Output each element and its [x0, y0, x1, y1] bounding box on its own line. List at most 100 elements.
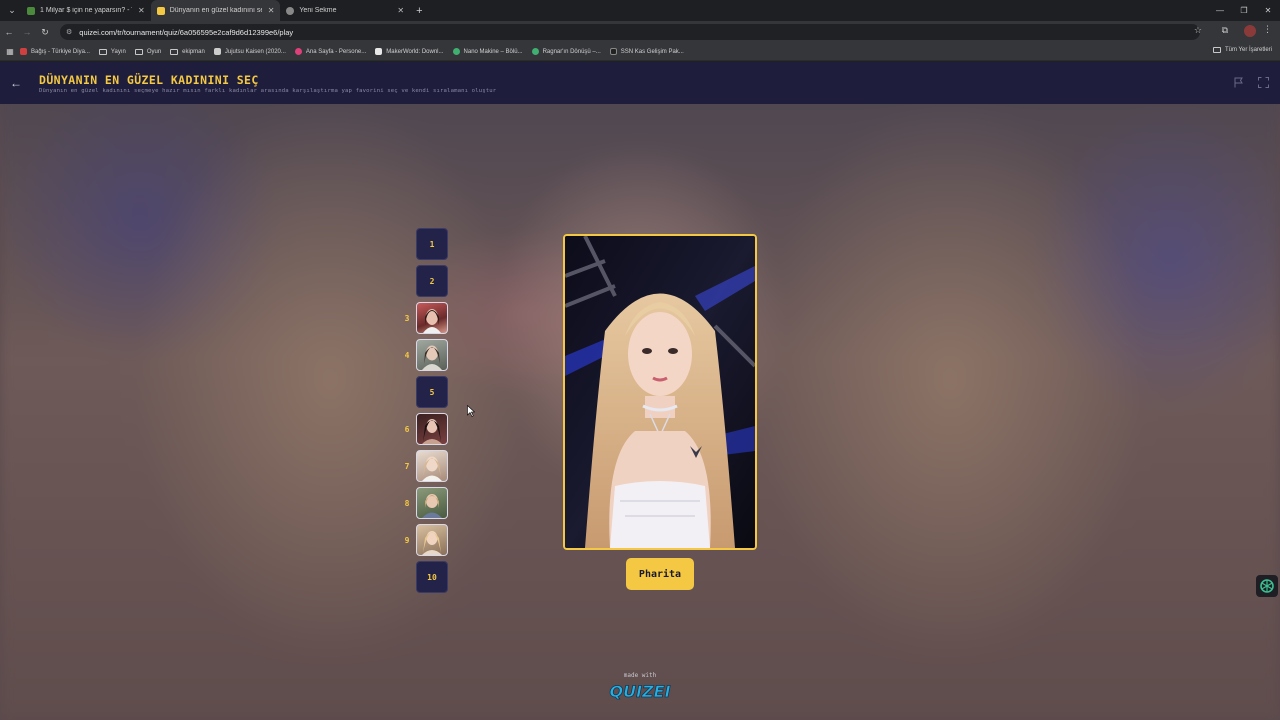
extensions-icon[interactable]: ⧉: [1222, 25, 1228, 36]
candidate-photo-card[interactable]: [563, 234, 757, 550]
bookmark-favicon-icon: [20, 48, 27, 55]
bracket-slot-5[interactable]: 5: [416, 376, 448, 408]
window-controls: — ❐ ✕: [1208, 0, 1280, 21]
bookmark-label: Bağış - Türkiye Diya...: [31, 48, 90, 55]
bookmark-item[interactable]: SSN Kas Gelişim Pak...: [609, 48, 684, 55]
portrait-thumbnail: [423, 309, 441, 333]
browser-tab-strip: ⌄ 1 Milyar $ için ne yaparsın? - Tr ✕ Dü…: [0, 0, 1280, 21]
close-icon[interactable]: ✕: [397, 6, 404, 15]
bookmark-label: ekipman: [182, 48, 205, 55]
bookmark-favicon-icon: [531, 48, 539, 55]
bookmark-favicon-icon: [294, 48, 302, 55]
minimize-icon[interactable]: —: [1208, 6, 1232, 15]
bracket-slot-10[interactable]: 10: [416, 561, 448, 593]
slot-number: 3: [404, 314, 410, 323]
site-info-icon[interactable]: ⚙: [66, 28, 72, 36]
folder-icon: [1212, 47, 1221, 53]
quiz-header: ← DÜNYANIN EN GÜZEL KADININI SEÇ Dünyanı…: [0, 62, 1280, 104]
window-close-icon[interactable]: ✕: [1256, 6, 1280, 15]
bookmark-star-icon[interactable]: ☆: [1194, 25, 1202, 36]
bookmarks-bar: ▦ Bağış - Türkiye Diya... Yayın Oyun eki…: [0, 43, 1280, 61]
slot-number: 4: [404, 351, 410, 360]
all-bookmarks-folder[interactable]: Tüm Yer İşaretleri: [1212, 47, 1272, 53]
browser-toolbar: ← → ↻ ⚙ quizei.com/tr/tournament/quiz/6a…: [0, 21, 1280, 43]
fullscreen-icon[interactable]: [1258, 77, 1269, 88]
reload-icon[interactable]: ↻: [36, 27, 54, 38]
report-flag-icon[interactable]: [1234, 77, 1244, 88]
bookmark-item[interactable]: Jujutsu Kaisen (2020...: [213, 48, 286, 55]
bookmark-item[interactable]: Bağış - Türkiye Diya...: [20, 48, 90, 55]
bracket-slot-6-thumbnail[interactable]: [416, 413, 448, 445]
bookmark-label: Ana Sayfa - Persone...: [305, 48, 367, 55]
bookmark-label: Ragnar'ın Dönüşü –...: [542, 48, 601, 55]
folder-icon: [170, 48, 179, 55]
bookmark-label: Jujutsu Kaisen (2020...: [224, 48, 286, 55]
forward-icon[interactable]: →: [18, 27, 36, 37]
bookmark-label: SSN Kas Gelişim Pak...: [620, 48, 684, 55]
candidate-portrait-image: [565, 236, 755, 548]
menu-kebab-icon[interactable]: ⋮: [1263, 24, 1272, 35]
tab-search-icon[interactable]: ⌄: [3, 3, 21, 19]
quiz-app: ← DÜNYANIN EN GÜZEL KADININI SEÇ Dünyanı…: [0, 62, 1280, 720]
slot-number: 6: [404, 425, 410, 434]
tab-title: 1 Milyar $ için ne yaparsın? - Tr: [40, 7, 132, 14]
portrait-thumbnail: [422, 345, 442, 370]
bookmark-item[interactable]: Ragnar'ın Dönüşü –...: [531, 48, 601, 55]
back-arrow-icon[interactable]: ←: [10, 76, 22, 90]
bookmark-folder[interactable]: Yayın: [98, 48, 126, 55]
back-icon[interactable]: ←: [0, 27, 18, 37]
folder-icon: [134, 48, 143, 55]
close-icon[interactable]: ✕: [268, 6, 275, 15]
slot-number: 1: [429, 239, 435, 249]
browser-tab-0[interactable]: 1 Milyar $ için ne yaparsın? - Tr ✕: [21, 0, 151, 21]
assistant-extension-icon[interactable]: [1256, 575, 1278, 597]
portrait-thumbnail: [422, 419, 442, 444]
bookmark-item[interactable]: Nano Makine – Bölü...: [452, 48, 523, 55]
bookmark-label: Tüm Yer İşaretleri: [1224, 47, 1272, 53]
made-with-text: made with: [623, 672, 657, 679]
bracket-slot-8-thumbnail[interactable]: [416, 487, 448, 519]
close-icon[interactable]: ✕: [138, 6, 145, 15]
bracket-slot-4-thumbnail[interactable]: [416, 339, 448, 371]
bookmark-item[interactable]: Ana Sayfa - Persone...: [294, 48, 367, 55]
address-bar[interactable]: ⚙ quizei.com/tr/tournament/quiz/6a056595…: [60, 24, 1200, 40]
mouse-cursor-icon: [467, 405, 475, 417]
globe-icon: [286, 6, 295, 15]
url-text: quizei.com/tr/tournament/quiz/6a056595e2…: [79, 27, 294, 37]
new-tab-plus-icon[interactable]: +: [416, 5, 422, 17]
slot-number: 5: [429, 387, 435, 397]
tab-favicon: [156, 6, 165, 15]
bracket-slot-2[interactable]: 2: [416, 265, 448, 297]
svg-text:QUIZEI: QUIZEI: [609, 682, 670, 701]
folder-icon: [98, 48, 107, 55]
bookmark-label: Yayın: [110, 48, 126, 55]
bookmark-folder[interactable]: ekipman: [170, 48, 205, 55]
bookmark-folder[interactable]: Oyun: [134, 48, 162, 55]
bookmark-label: MakerWorld: Downl...: [386, 48, 444, 55]
slot-number: 7: [404, 462, 410, 471]
quizei-logo[interactable]: QUIZEI: [606, 679, 674, 703]
tab-favicon: [27, 6, 35, 15]
bookmark-favicon-icon: [452, 48, 460, 55]
slot-number: 9: [404, 536, 410, 545]
bookmark-label: Nano Makine – Bölü...: [463, 48, 523, 55]
candidate-name-button[interactable]: Pharita: [626, 558, 694, 590]
bookmark-item[interactable]: MakerWorld: Downl...: [375, 48, 444, 55]
browser-tab-1[interactable]: Dünyanın en güzel kadınını seç ✕: [150, 0, 281, 21]
slot-number: 2: [429, 276, 435, 286]
tab-title: Dünyanın en güzel kadınını seç: [169, 7, 262, 14]
bookmark-favicon-icon: [609, 48, 617, 55]
portrait-thumbnail: [422, 531, 442, 555]
bracket-slot-3-thumbnail[interactable]: [416, 302, 448, 334]
bookmark-favicon-icon: [213, 48, 221, 55]
bookmark-label: Oyun: [146, 48, 162, 55]
profile-avatar[interactable]: [1244, 25, 1256, 37]
bracket-slot-9-thumbnail[interactable]: [416, 524, 448, 556]
page-title: DÜNYANIN EN GÜZEL KADININI SEÇ: [39, 73, 259, 87]
bracket-slot-1[interactable]: 1: [416, 228, 448, 260]
page-subtitle: Dünyanın en güzel kadınını seçmeye hazır…: [39, 88, 497, 94]
browser-tab-2[interactable]: Yeni Sekme ✕: [280, 0, 410, 21]
apps-grid-icon[interactable]: ▦: [0, 47, 20, 56]
bracket-slot-7-thumbnail[interactable]: [416, 450, 448, 482]
restore-icon[interactable]: ❐: [1232, 6, 1256, 15]
